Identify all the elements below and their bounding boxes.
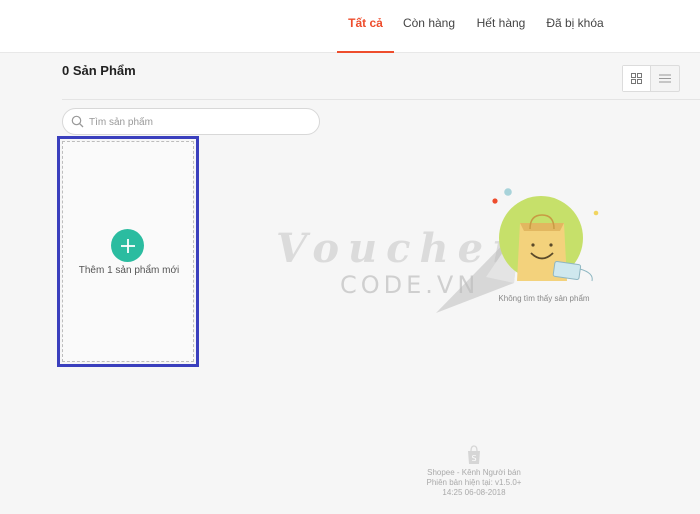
product-search-box xyxy=(62,108,320,135)
add-product-button[interactable] xyxy=(111,229,144,262)
empty-state-message: Không tìm thấy sản phẩm xyxy=(498,294,590,303)
add-product-label: Thêm 1 sản phẩm mới xyxy=(78,265,180,276)
shopee-bag-icon: S xyxy=(468,445,480,464)
empty-shopping-bag-icon xyxy=(492,188,599,282)
search-icon xyxy=(71,115,84,128)
add-product-card[interactable]: Thêm 1 sản phẩm mới xyxy=(62,141,194,362)
footer-brand: Shopee - Kênh Người bán xyxy=(427,468,521,477)
grid-view-button[interactable] xyxy=(623,66,652,91)
top-nav-bar: Tất cả Còn hàng Hết hàng Đã bị khóa xyxy=(0,0,700,53)
plus-icon xyxy=(120,238,135,253)
footer-version: Phiên bản hiện tại: v1.5.0+ xyxy=(426,478,522,487)
product-count-title: 0 Sản Phẩm xyxy=(62,63,136,78)
tab-in-stock[interactable]: Còn hàng xyxy=(398,0,460,53)
search-input[interactable] xyxy=(89,113,309,131)
list-icon xyxy=(659,74,671,83)
footer: S Shopee - Kênh Người bán Phiên bản hiện… xyxy=(400,445,548,498)
view-toggle xyxy=(622,65,680,92)
footer-timestamp: 14:25 06-08-2018 xyxy=(442,488,506,497)
tab-locked[interactable]: Đã bị khóa xyxy=(540,0,610,53)
svg-text:S: S xyxy=(471,454,476,463)
grid-icon xyxy=(631,73,642,84)
tab-all[interactable]: Tất cả xyxy=(337,0,394,53)
list-view-button[interactable] xyxy=(651,66,679,91)
tab-out-of-stock[interactable]: Hết hàng xyxy=(470,0,532,53)
header-divider xyxy=(62,99,700,100)
